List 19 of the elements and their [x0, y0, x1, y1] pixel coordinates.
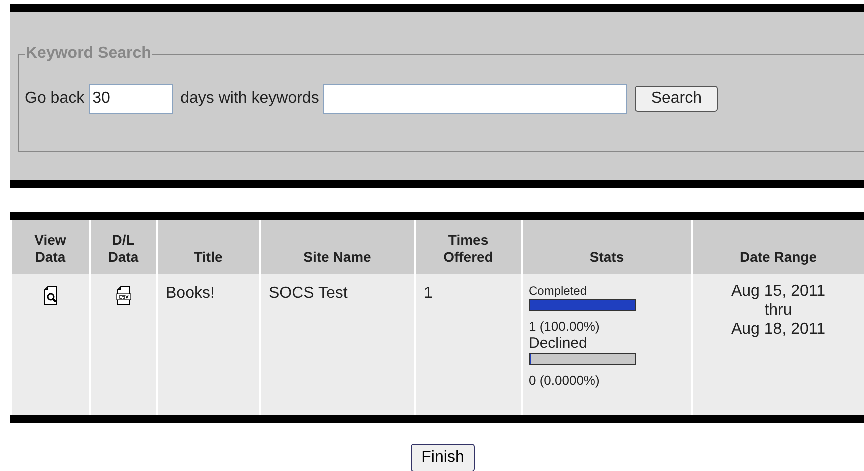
- days-field[interactable]: 30: [88, 84, 173, 114]
- date-range-text: Aug 18, 2011: [731, 320, 826, 339]
- stat-label: Declined: [529, 335, 588, 352]
- csv-document-icon[interactable]: [116, 286, 132, 306]
- title-cell: Books!: [166, 285, 215, 302]
- stat-label: Completed: [529, 284, 588, 298]
- finish-button[interactable]: Finish: [410, 444, 476, 471]
- site-name-cell: SOCS Test: [269, 285, 348, 302]
- stat-reading: 0 (0.0000%): [529, 373, 600, 389]
- keywords-label: days with keywords: [180, 89, 320, 109]
- search-button[interactable]: Search: [635, 86, 718, 112]
- keywords-field[interactable]: [323, 84, 628, 114]
- times-offered-cell: 1: [424, 285, 433, 302]
- date-range-text: thru: [764, 301, 792, 320]
- stat-reading: 1 (100.00%): [529, 319, 600, 335]
- date-range-text: Aug 15, 2011: [731, 282, 826, 301]
- fieldset-legend: Keyword Search: [25, 42, 152, 66]
- go-back-label: Go back: [25, 89, 85, 109]
- magnifier-document-icon[interactable]: [44, 286, 58, 306]
